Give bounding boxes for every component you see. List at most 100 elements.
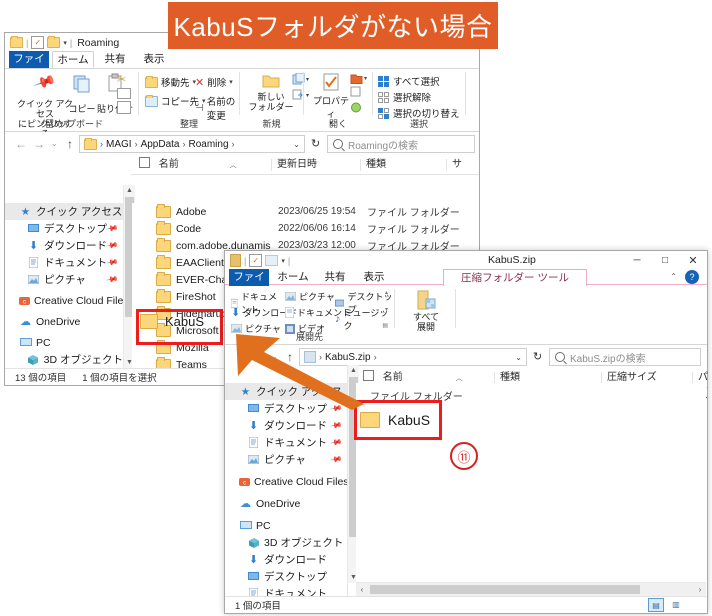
pin-icon[interactable]: 📌 <box>329 453 342 466</box>
tab-view[interactable]: 表示 <box>356 269 392 286</box>
column-divider-2[interactable] <box>360 159 361 171</box>
hscroll-right-icon[interactable]: › <box>694 583 706 596</box>
tab-home[interactable]: ホーム <box>272 269 314 286</box>
address-chevron-down-icon[interactable]: ⌄ <box>293 140 300 149</box>
select-all-checkbox[interactable] <box>139 157 150 168</box>
nav-item-documents[interactable]: ドキュメント 📌 <box>225 434 347 451</box>
chevron-down-icon[interactable]: ▾ <box>281 257 285 265</box>
view-buttons[interactable]: ▤ ▥ <box>648 598 683 612</box>
ribbon-group-organize[interactable]: 移動先 ▾ ✕ 削除 ▾ コピー先 ▾ ⊣ 名前の変更 整理 <box>139 69 239 131</box>
deselect-all-button[interactable]: 選択解除 <box>378 90 431 104</box>
open-with-icon[interactable]: ▾ <box>350 73 367 84</box>
refresh-icon[interactable]: ↻ <box>533 350 542 363</box>
pin-icon[interactable]: 📌 <box>105 239 118 252</box>
open-small-commands[interactable]: ▾ <box>350 73 367 116</box>
nav-item-documents[interactable]: ドキュメント 📌 <box>5 254 123 271</box>
column-divider-1[interactable] <box>271 159 272 171</box>
hscroll-left-icon[interactable]: ‹ <box>356 583 368 596</box>
nav-item-desktop-pc[interactable]: デスクトップ <box>225 568 347 585</box>
pin-icon[interactable]: 📌 <box>105 222 118 235</box>
window-controls[interactable]: ─ □ ✕ <box>623 251 707 269</box>
delete-chevron-down-icon[interactable]: ▾ <box>229 78 233 86</box>
copy-path-icon[interactable] <box>117 88 131 99</box>
nav-item-3d-objects[interactable]: 3D オブジェクト <box>225 534 347 551</box>
collapse-ribbon-icon[interactable]: ⌃ <box>670 272 677 281</box>
front-hscrollbar[interactable]: ‹ › <box>356 582 706 596</box>
back-column-header[interactable]: 名前 ︿ 更新日時 種類 サ <box>131 156 479 175</box>
breadcrumb-roaming[interactable]: Roaming <box>188 139 228 150</box>
new-folder-icon[interactable] <box>265 255 279 266</box>
back-tabbar[interactable]: ファイル ホーム 共有 表示 <box>5 51 479 82</box>
history-icon[interactable] <box>350 102 367 116</box>
nav-item-onedrive[interactable]: ☁ OneDrive <box>5 313 123 330</box>
column-modified[interactable]: 更新日時 <box>277 156 317 174</box>
back-nav-icon[interactable]: ← <box>15 137 27 151</box>
ribbon-group-select[interactable]: すべて選択 選択解除 選択の切り替え 選択 <box>373 69 465 131</box>
column-type[interactable]: 種類 <box>366 156 386 174</box>
help-icon[interactable]: ? <box>685 270 699 284</box>
paste-shortcut-icon[interactable] <box>117 101 131 114</box>
nav-item-downloads[interactable]: ⬇ ダウンロード 📌 <box>5 237 123 254</box>
column-divider-3[interactable] <box>446 159 447 171</box>
tab-share[interactable]: 共有 <box>317 269 353 286</box>
new-folder-button[interactable]: 新しい フォルダー <box>248 73 294 112</box>
chevron-down-icon[interactable]: ▾ <box>63 39 67 47</box>
column-size[interactable]: サ <box>452 156 462 174</box>
gallery-more-icon[interactable]: ▤ <box>382 322 388 329</box>
nav-item-downloads-pc[interactable]: ⬇ ダウンロード <box>225 551 347 568</box>
explorer-window-kabus-zip[interactable]: 展開 | ✓ ▾ | KabuS.zip ─ □ ✕ ファイル ホーム 共有 表… <box>224 250 708 614</box>
edit-icon[interactable] <box>350 86 367 100</box>
gallery-scroll-down-icon[interactable]: ▾ <box>385 306 388 313</box>
tab-compressed-folder-tools[interactable]: 圧縮フォルダー ツール <box>443 269 587 286</box>
ribbon-group-extract-all[interactable]: すべて 展開 <box>395 286 455 344</box>
table-row[interactable]: Adobe 2023/06/25 19:54 ファイル フォルダー <box>132 203 478 220</box>
tab-file[interactable]: ファイル <box>229 269 269 300</box>
minimize-button[interactable]: ─ <box>623 251 651 269</box>
nav-item-downloads[interactable]: ⬇ ダウンロード 📌 <box>225 417 347 434</box>
front-tabbar[interactable]: ファイル ホーム 共有 表示 圧縮フォルダー ツール ⌃ ? <box>225 269 707 300</box>
front-navigation-pane[interactable]: ★ クイック アクセス デスクトップ 📌 ⬇ ダウンロード 📌 ドキュメント 📌… <box>225 383 348 596</box>
pin-icon[interactable]: 📌 <box>105 273 118 286</box>
delete-button[interactable]: ✕ 削除 ▾ <box>195 75 233 90</box>
nav-item-quick-access[interactable]: ★ クイック アクセス <box>5 203 123 220</box>
details-view-icon[interactable]: ▤ <box>648 598 664 612</box>
ribbon-group-clipboard[interactable]: 📌 クイック アクセス にピン留めする コピー 貼り付け ✂ <box>5 69 138 139</box>
pin-icon[interactable]: 📌 <box>329 419 342 432</box>
nav-item-pc[interactable]: PC <box>225 517 347 534</box>
nav-item-onedrive[interactable]: ☁ OneDrive <box>225 495 347 512</box>
large-icons-view-icon[interactable]: ▥ <box>669 598 683 610</box>
extract-dest-pictures[interactable]: ピクチャ <box>285 290 335 303</box>
nav-item-pictures[interactable]: ピクチャ 📌 <box>225 451 347 468</box>
up-nav-icon[interactable]: ↑ <box>67 137 73 151</box>
column-name[interactable]: 名前 ︿ <box>139 156 237 174</box>
back-ribbon[interactable]: 📌 クイック アクセス にピン留めする コピー 貼り付け ✂ <box>5 68 479 139</box>
back-address-bar[interactable]: ← → ⌄ ↑ › MAGI › AppData › Roaming › ⌄ ↻… <box>5 132 479 156</box>
address-box[interactable]: › MAGI › AppData › Roaming › ⌄ <box>79 135 305 153</box>
search-box[interactable]: Roamingの検索 <box>327 135 475 153</box>
quick-access-toolbar[interactable]: | ✓ ▾ | Roaming <box>10 36 119 49</box>
nav-item-pictures[interactable]: ピクチャ 📌 <box>5 271 123 288</box>
new-folder-icon[interactable] <box>47 36 61 48</box>
recent-locations-icon[interactable]: ⌄ <box>51 139 58 148</box>
tab-view[interactable]: 表示 <box>136 51 172 68</box>
properties-icon[interactable]: ✓ <box>249 254 263 267</box>
close-button[interactable]: ✕ <box>679 251 707 269</box>
tab-home[interactable]: ホーム <box>52 51 94 68</box>
properties-icon[interactable]: ✓ <box>31 36 45 49</box>
forward-nav-icon[interactable]: → <box>33 137 45 151</box>
quick-access-toolbar[interactable]: | ✓ ▾ | <box>230 254 290 267</box>
search-box[interactable]: KabuS.zipの検索 <box>549 348 701 366</box>
clipboard-small-commands[interactable]: ✂ <box>117 73 131 114</box>
back-navigation-pane[interactable]: ★ クイック アクセス デスクトップ 📌 ⬇ ダウンロード 📌 ドキュメント 📌… <box>5 203 124 368</box>
breadcrumb-magi[interactable]: MAGI <box>106 139 132 150</box>
copy-button[interactable]: コピー <box>65 73 99 115</box>
address-chevron-down-icon[interactable]: ⌄ <box>515 353 522 362</box>
nav-item-documents-pc[interactable]: ドキュメント <box>225 585 347 596</box>
hscroll-thumb[interactable] <box>370 585 640 594</box>
pin-icon[interactable]: 📌 <box>105 256 118 269</box>
scroll-up-icon[interactable]: ▲ <box>124 185 135 196</box>
breadcrumb-appdata[interactable]: AppData <box>141 139 180 150</box>
maximize-button[interactable]: □ <box>651 251 679 269</box>
select-all-button[interactable]: すべて選択 <box>378 74 439 88</box>
gallery-scroll-up-icon[interactable]: ▴ <box>385 289 388 296</box>
